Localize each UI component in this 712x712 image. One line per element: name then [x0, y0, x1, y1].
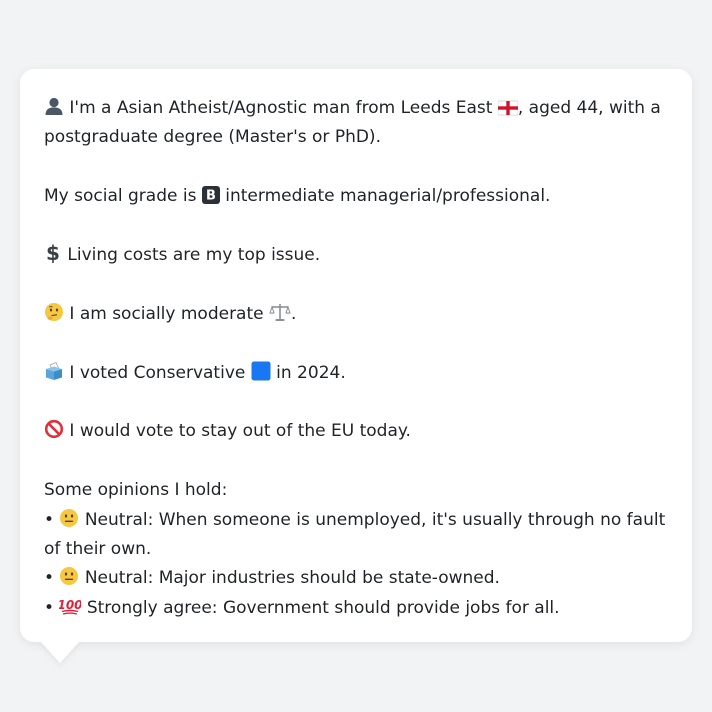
badge-letter: B — [206, 189, 216, 204]
opinions-heading: Some opinions I hold: — [44, 480, 228, 501]
blue-square-icon — [251, 361, 271, 381]
bullet: • — [44, 597, 55, 618]
neutral-face-icon — [60, 567, 79, 586]
social-stance-text: I am socially moderate — [69, 303, 264, 324]
intro-text-start: I'm a Asian Atheist/Agnostic man from Le… — [69, 98, 493, 118]
vote-2024-text-start: I voted Conservative — [69, 362, 246, 383]
vote-2024-text-end: in 2024. — [276, 362, 346, 383]
prohibited-icon — [44, 420, 64, 439]
thinking-face-icon — [45, 302, 63, 321]
hundred-points-icon: 100 — [59, 598, 81, 615]
person-silhouette-icon — [45, 97, 63, 115]
list-item: • Neutral: When someone is unemployed, i… — [44, 506, 668, 565]
eu-vote-paragraph: I would vote to stay out of the EU today… — [44, 417, 668, 446]
ballot-box-icon — [46, 361, 62, 380]
eu-vote-text: I would vote to stay out of the EU today… — [69, 421, 411, 442]
social-grade-label: My social grade is — [44, 186, 197, 207]
balance-scale-icon — [269, 303, 291, 321]
list-item: • Neutral: Major industries should be st… — [44, 564, 668, 593]
b-letter-badge-icon: B — [201, 186, 220, 205]
bubble-tail — [40, 641, 80, 663]
england-flag-icon — [497, 100, 518, 116]
message-bubble: I'm a Asian Atheist/Agnostic man from Le… — [20, 69, 692, 642]
vote-2024-paragraph: I voted Conservative in 2024. — [44, 359, 668, 388]
opinion-text: Neutral: When someone is unemployed, it'… — [44, 509, 666, 559]
top-issue-text: Living costs are my top issue. — [67, 245, 321, 265]
opinions-list: • Neutral: When someone is unemployed, i… — [44, 506, 668, 624]
opinion-text: Strongly agree: Government should provid… — [86, 597, 560, 618]
intro-paragraph: I'm a Asian Atheist/Agnostic man from Le… — [44, 94, 668, 153]
neutral-face-icon — [60, 508, 79, 527]
opinion-text: Neutral: Major industries should be stat… — [84, 568, 500, 589]
social-grade-value: intermediate managerial/professional. — [225, 186, 551, 207]
bullet: • — [44, 568, 55, 589]
dollar-sign-icon: $ — [46, 243, 60, 263]
svg-text:$: $ — [46, 243, 60, 263]
top-issue-paragraph: $ Living costs are my top issue. — [44, 241, 668, 270]
social-stance-paragraph: I am socially moderate . — [44, 300, 668, 329]
social-grade-paragraph: My social grade is B intermediate manage… — [44, 182, 668, 211]
bullet: • — [44, 509, 55, 530]
list-item: • 100 Strongly agree: Government should … — [44, 594, 668, 623]
social-stance-period: . — [291, 303, 297, 324]
